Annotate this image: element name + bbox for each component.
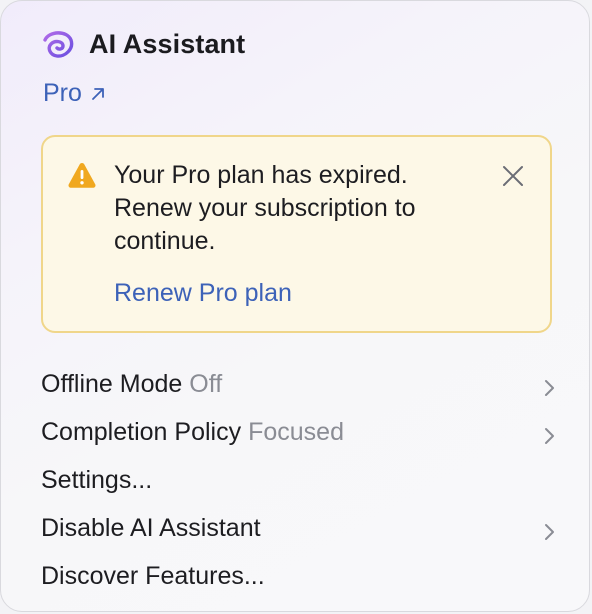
chevron-right-icon [543,375,555,396]
close-icon[interactable] [502,165,524,187]
renew-pro-plan-link[interactable]: Renew Pro plan [114,279,292,308]
warning-triangle-icon [67,161,97,189]
ai-assistant-popup: AI Assistant Pro Your Pro plan has expir… [0,0,590,612]
popup-title: AI Assistant [89,28,246,59]
chevron-right-icon [543,519,555,540]
menu-item-label: Settings... [41,465,153,494]
plan-expired-banner: Your Pro plan has expired. Renew your su… [41,135,552,333]
external-arrow-icon [90,86,106,102]
menu-item-label: Disable AI Assistant [41,513,261,542]
menu-item-value: Focused [248,417,344,446]
menu-item-completion-policy[interactable]: Completion Policy Focused [1,408,589,456]
chevron-right-icon [543,423,555,444]
plan-label: Pro [43,79,82,107]
popup-header: AI Assistant [41,27,245,61]
menu-item-disable-ai-assistant[interactable]: Disable AI Assistant [1,504,589,552]
menu-item-label: Discover Features... [41,561,265,590]
menu-item-label: Completion Policy [41,417,242,446]
pro-plan-link[interactable]: Pro [43,79,106,108]
menu-item-value: Off [189,369,223,398]
swirl-logo-icon [41,27,75,61]
menu-item-settings[interactable]: Settings... [1,456,589,504]
menu-item-offline-mode[interactable]: Offline Mode Off [1,360,589,408]
banner-message: Your Pro plan has expired. Renew your su… [114,161,416,255]
menu-item-discover-features[interactable]: Discover Features... [1,552,589,600]
menu-item-label: Offline Mode [41,369,183,398]
assistant-menu: Offline Mode Off Completion Policy Focus… [1,360,589,600]
